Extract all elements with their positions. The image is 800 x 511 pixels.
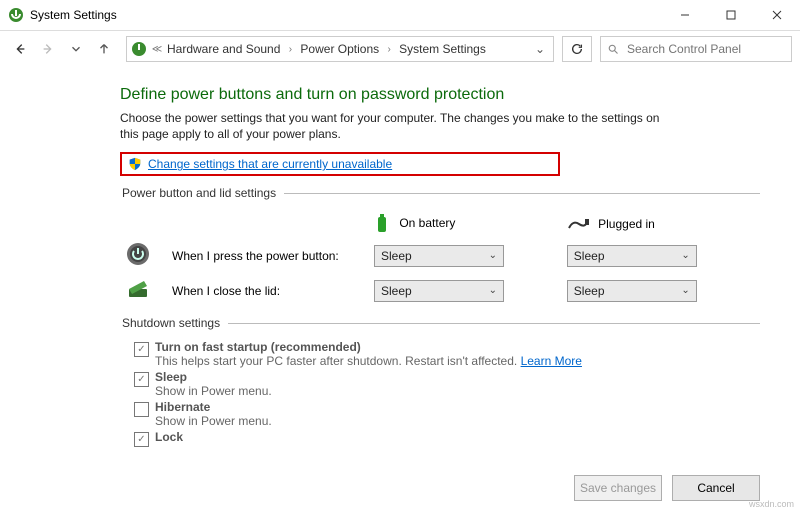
checkbox[interactable] bbox=[134, 402, 149, 417]
minimize-button[interactable] bbox=[662, 0, 708, 30]
recent-locations-button[interactable] bbox=[64, 37, 88, 61]
control-panel-icon bbox=[131, 41, 147, 57]
refresh-button[interactable] bbox=[562, 36, 592, 62]
combo-value: Sleep bbox=[381, 249, 412, 263]
shutdown-item: ✓ Lock bbox=[134, 430, 760, 447]
search-box[interactable] bbox=[600, 36, 792, 62]
learn-more-link[interactable]: Learn More bbox=[521, 354, 582, 368]
breadcrumb-item[interactable]: System Settings bbox=[399, 42, 486, 56]
shutdown-item-text: SleepShow in Power menu. bbox=[155, 370, 272, 398]
shutdown-item: ✓ SleepShow in Power menu. bbox=[134, 370, 760, 398]
chevron-down-icon: ⌄ bbox=[489, 285, 497, 296]
plugged-in-header: Plugged in bbox=[598, 217, 655, 231]
shutdown-item: HibernateShow in Power menu. bbox=[134, 400, 760, 428]
elevate-highlight: Change settings that are currently unava… bbox=[120, 152, 560, 176]
power-button-section: Power button and lid settings On battery bbox=[120, 186, 760, 308]
page-description: Choose the power settings that you want … bbox=[120, 110, 680, 142]
window-title: System Settings bbox=[30, 8, 117, 22]
search-input[interactable] bbox=[625, 41, 785, 57]
content-area: Define power buttons and turn on passwor… bbox=[0, 66, 800, 511]
checkbox[interactable]: ✓ bbox=[134, 342, 149, 357]
search-icon bbox=[607, 43, 619, 55]
on-battery-header: On battery bbox=[399, 217, 455, 231]
power-plugged-combo[interactable]: Sleep ⌄ bbox=[567, 245, 697, 267]
combo-value: Sleep bbox=[574, 284, 605, 298]
shutdown-item-text: HibernateShow in Power menu. bbox=[155, 400, 272, 428]
page: Define power buttons and turn on passwor… bbox=[120, 86, 760, 457]
chevron-down-icon: ⌄ bbox=[681, 250, 689, 261]
breadcrumb-item[interactable]: Hardware and Sound bbox=[167, 42, 280, 56]
lid-plugged-combo[interactable]: Sleep ⌄ bbox=[567, 280, 697, 302]
combo-value: Sleep bbox=[381, 284, 412, 298]
shutdown-item-text: Lock bbox=[155, 430, 183, 444]
attribution: wsxdn.com bbox=[749, 499, 794, 509]
chevron-right-icon: › bbox=[284, 44, 296, 55]
combo-value: Sleep bbox=[574, 249, 605, 263]
cancel-button[interactable]: Cancel bbox=[672, 475, 760, 501]
save-changes-button[interactable]: Save changes bbox=[574, 475, 662, 501]
lid-icon bbox=[126, 277, 150, 301]
power-battery-combo[interactable]: Sleep ⌄ bbox=[374, 245, 504, 267]
nav-row: ≪ Hardware and Sound › Power Options › S… bbox=[0, 31, 800, 67]
close-button[interactable] bbox=[754, 0, 800, 30]
shutdown-item-label: Lock bbox=[155, 430, 183, 444]
shutdown-item-desc: This helps start your PC faster after sh… bbox=[155, 354, 582, 368]
chevron-down-icon: ⌄ bbox=[489, 250, 497, 261]
shutdown-item-desc: Show in Power menu. bbox=[155, 414, 272, 428]
forward-button[interactable] bbox=[36, 37, 60, 61]
power-button-label: When I press the power button: bbox=[166, 238, 368, 273]
power-section-legend: Power button and lid settings bbox=[120, 186, 284, 200]
change-settings-link[interactable]: Change settings that are currently unava… bbox=[148, 157, 392, 171]
plug-icon bbox=[567, 218, 589, 232]
checkbox[interactable]: ✓ bbox=[134, 432, 149, 447]
shutdown-section-legend: Shutdown settings bbox=[120, 316, 228, 330]
shutdown-item: ✓ Turn on fast startup (recommended)This … bbox=[134, 340, 760, 368]
uac-shield-icon bbox=[128, 157, 142, 171]
shutdown-item-label: Sleep bbox=[155, 370, 272, 384]
shutdown-section: Shutdown settings ✓ Turn on fast startup … bbox=[120, 316, 760, 449]
checkbox[interactable]: ✓ bbox=[134, 372, 149, 387]
battery-icon bbox=[374, 214, 390, 234]
lid-label: When I close the lid: bbox=[166, 273, 368, 308]
lid-battery-combo[interactable]: Sleep ⌄ bbox=[374, 280, 504, 302]
chevron-icon: ≪ bbox=[151, 44, 163, 55]
address-bar[interactable]: ≪ Hardware and Sound › Power Options › S… bbox=[126, 36, 554, 62]
breadcrumb-item[interactable]: Power Options bbox=[300, 42, 379, 56]
shutdown-item-text: Turn on fast startup (recommended)This h… bbox=[155, 340, 582, 368]
shutdown-item-desc: Show in Power menu. bbox=[155, 384, 272, 398]
action-row: Save changes Cancel bbox=[574, 475, 760, 501]
page-title: Define power buttons and turn on passwor… bbox=[120, 86, 760, 104]
shutdown-item-label: Turn on fast startup (recommended) bbox=[155, 340, 582, 354]
power-button-icon bbox=[126, 242, 150, 266]
address-dropdown-icon[interactable]: ⌄ bbox=[535, 42, 549, 56]
title-bar: System Settings bbox=[0, 0, 800, 31]
app-icon bbox=[8, 7, 24, 23]
chevron-down-icon: ⌄ bbox=[681, 285, 689, 296]
up-button[interactable] bbox=[92, 37, 116, 61]
shutdown-item-label: Hibernate bbox=[155, 400, 272, 414]
maximize-button[interactable] bbox=[708, 0, 754, 30]
back-button[interactable] bbox=[8, 37, 32, 61]
chevron-right-icon: › bbox=[383, 44, 395, 55]
